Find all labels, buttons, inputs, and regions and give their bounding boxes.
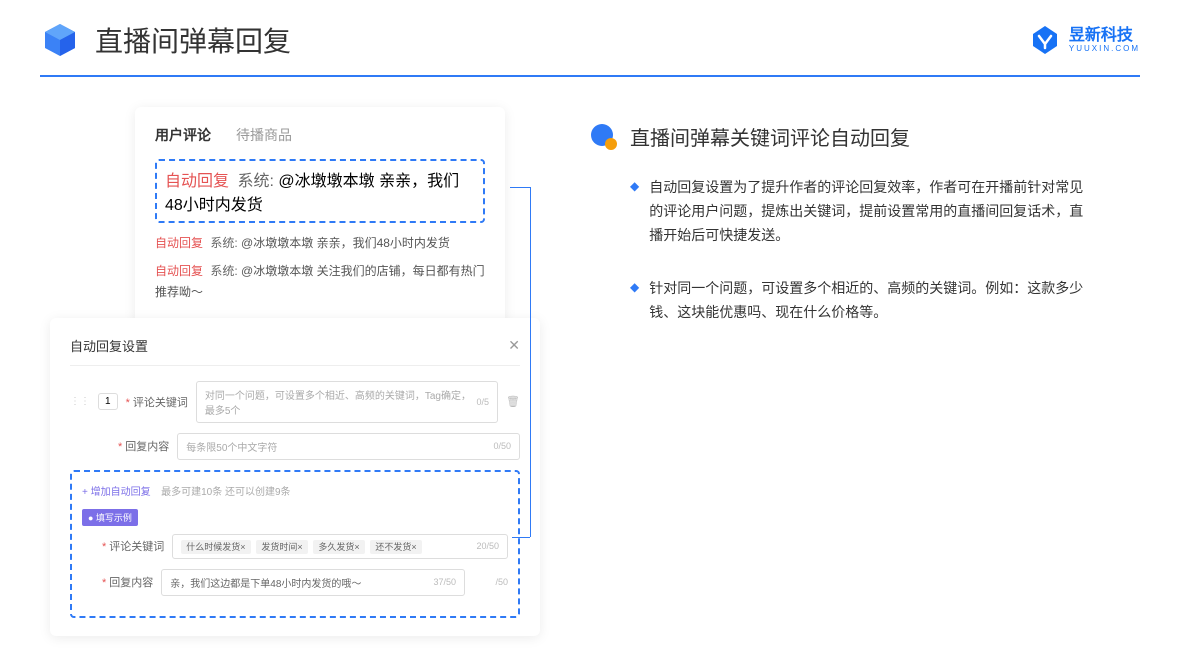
bullet-item: ◆ 针对同一个问题，可设置多个相近的、高频的关键词。例如：这款多少钱、这块能优惠…	[590, 277, 1090, 325]
tab-products[interactable]: 待播商品	[236, 125, 292, 145]
comment-text: @冰墩墩本墩 关注我们的店铺，每日都有热门推荐呦～	[155, 264, 485, 300]
comment-line: 自动回复 系统: @冰墩墩本墩 关注我们的店铺，每日都有热门推荐呦～	[155, 261, 485, 304]
settings-modal: 自动回复设置 ✕ ⋮⋮ 1 *评论关键词 对同一个问题，可设置多个相近、高频的关…	[50, 318, 540, 636]
tabs: 用户评论 待播商品	[155, 125, 485, 145]
add-reply-link[interactable]: + 增加自动回复	[82, 487, 151, 498]
bullet-text: 针对同一个问题，可设置多个相近的、高频的关键词。例如：这款多少钱、这块能优惠吗、…	[649, 277, 1090, 325]
highlighted-comment: 自动回复 系统: @冰墩墩本墩 亲亲，我们48小时内发货	[155, 159, 485, 223]
comment-text: @冰墩墩本墩 亲亲，我们48小时内发货	[241, 236, 450, 250]
row-number: 1	[98, 393, 118, 410]
keyword-input[interactable]: 对同一个问题，可设置多个相近、高频的关键词，Tag确定，最多5个 0/5	[196, 381, 498, 423]
tab-comments[interactable]: 用户评论	[155, 125, 211, 145]
logo-icon	[1029, 24, 1061, 56]
comment-line: 自动回复 系统: @冰墩墩本墩 亲亲，我们48小时内发货	[155, 233, 485, 255]
bullet-text: 自动回复设置为了提升作者的评论回复效率，作者可在开播前针对常见的评论用户问题，提…	[649, 176, 1090, 247]
auto-reply-label: 自动回复	[165, 173, 229, 190]
bubble-icon	[590, 123, 618, 151]
keyword-row: ⋮⋮ 1 *评论关键词 对同一个问题，可设置多个相近、高频的关键词，Tag确定，…	[70, 381, 520, 423]
tag[interactable]: 多久发货×	[313, 540, 364, 554]
connector-line	[530, 187, 531, 537]
screenshots-panel: 用户评论 待播商品 自动回复 系统: @冰墩墩本墩 亲亲，我们48小时内发货 自…	[50, 107, 550, 636]
connector-line	[510, 187, 530, 188]
add-hint: 最多可建10条 还可以创建9条	[161, 487, 290, 498]
example-content-input[interactable]: 亲，我们这边都是下单48小时内发货的哦～ 37/50	[161, 569, 465, 596]
logo-text-cn: 昱新科技	[1069, 28, 1140, 44]
drag-handle-icon[interactable]: ⋮⋮	[70, 396, 90, 407]
system-label: 系统:	[210, 236, 237, 250]
auto-reply-label: 自动回复	[155, 236, 203, 250]
trailing-counter: /50	[473, 577, 508, 587]
example-keyword-label: *评论关键词	[102, 538, 164, 554]
page-title: 直播间弹幕回复	[95, 20, 291, 60]
tag[interactable]: 发货时间×	[256, 540, 307, 554]
section-header: 直播间弹幕关键词评论自动回复	[590, 122, 1090, 151]
example-keyword-input[interactable]: 什么时候发货× 发货时间× 多久发货× 还不发货× 20/50	[172, 534, 508, 559]
connector-line	[512, 537, 530, 538]
modal-title: 自动回复设置	[70, 336, 148, 355]
example-content-row: *回复内容 亲，我们这边都是下单48小时内发货的哦～ 37/50 /50	[82, 569, 508, 596]
example-badge: ● 填写示例	[82, 509, 138, 526]
page-header: 直播间弹幕回复 昱新科技 YUUXIN.COM	[0, 0, 1180, 60]
content-label: *回复内容	[118, 438, 169, 454]
bullet-item: ◆ 自动回复设置为了提升作者的评论回复效率，作者可在开播前针对常见的评论用户问题…	[590, 176, 1090, 247]
bullet-marker-icon: ◆	[630, 280, 639, 325]
cube-icon	[40, 20, 80, 60]
company-logo: 昱新科技 YUUXIN.COM	[1029, 24, 1140, 56]
system-label: 系统:	[210, 264, 237, 278]
delete-icon[interactable]: 🗑	[506, 395, 520, 408]
content-input[interactable]: 每条限50个中文字符 0/50	[177, 433, 520, 460]
system-label: 系统:	[237, 173, 273, 190]
tag[interactable]: 什么时候发货×	[181, 540, 250, 554]
auto-reply-label: 自动回复	[155, 264, 203, 278]
bullet-marker-icon: ◆	[630, 179, 639, 247]
example-box: + 增加自动回复 最多可建10条 还可以创建9条 ● 填写示例 *评论关键词 什…	[70, 470, 520, 618]
modal-header: 自动回复设置 ✕	[70, 336, 520, 366]
keyword-label: *评论关键词	[126, 394, 188, 410]
example-content-label: *回复内容	[102, 574, 153, 590]
section-title: 直播间弹幕关键词评论自动回复	[630, 122, 910, 151]
content-row: *回复内容 每条限50个中文字符 0/50	[70, 433, 520, 460]
description-panel: 直播间弹幕关键词评论自动回复 ◆ 自动回复设置为了提升作者的评论回复效率，作者可…	[550, 107, 1090, 636]
close-icon[interactable]: ✕	[508, 337, 520, 354]
comments-card: 用户评论 待播商品 自动回复 系统: @冰墩墩本墩 亲亲，我们48小时内发货 自…	[135, 107, 505, 328]
example-keyword-row: *评论关键词 什么时候发货× 发货时间× 多久发货× 还不发货× 20/50	[82, 534, 508, 559]
logo-text-en: YUUXIN.COM	[1069, 44, 1140, 53]
tag[interactable]: 还不发货×	[370, 540, 421, 554]
